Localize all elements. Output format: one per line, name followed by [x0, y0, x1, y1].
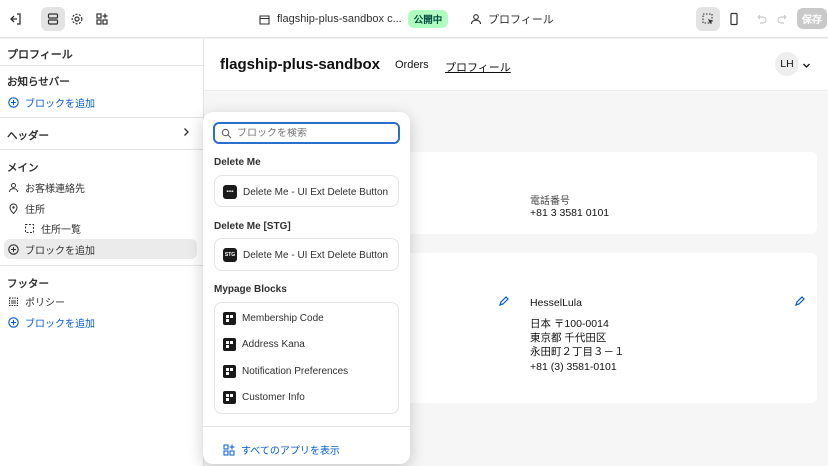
template-name: プロフィール	[488, 14, 554, 26]
exit-icon[interactable]	[4, 7, 28, 31]
group-title: Delete Me [STG]	[214, 221, 291, 232]
avatar[interactable]: LH	[775, 52, 799, 76]
add-block-footer[interactable]: ブロックを追加	[4, 312, 197, 332]
group-title: Mypage Blocks	[214, 284, 287, 295]
group-title: Delete Me	[214, 157, 261, 168]
address-name: HesselLula	[530, 297, 582, 309]
stg-icon: STG	[223, 248, 237, 262]
block-group-list: •••• Delete Me - UI Ext Delete Button	[214, 175, 399, 207]
show-all-apps-link[interactable]: すべてのアプリを表示	[223, 442, 340, 457]
store-icon	[259, 14, 270, 25]
section-announcement-heading: お知らせバー	[7, 76, 70, 88]
mobile-icon[interactable]	[722, 7, 746, 31]
theme-title[interactable]: flagship-plus-sandbox c... 公開中	[258, 10, 449, 28]
location-pin-icon	[9, 203, 18, 214]
block-option[interactable]: Customer Info	[223, 391, 305, 404]
show-all-apps-label: すべてのアプリを表示	[241, 446, 340, 457]
divider	[203, 426, 410, 427]
app-block-icon	[223, 312, 236, 325]
block-group-list: STG Delete Me - UI Ext Delete Button	[214, 238, 399, 271]
person-icon	[470, 14, 482, 25]
plus-circle-icon	[8, 243, 19, 255]
sidebar: プロフィール お知らせバー ブロックを追加 ヘッダー メイン お客様連絡先 住所…	[0, 39, 204, 466]
block-search-input[interactable]	[237, 127, 387, 139]
block-option[interactable]: Address Kana	[223, 338, 305, 351]
block-option[interactable]: Notification Preferences	[223, 365, 348, 378]
app-block-icon	[223, 391, 236, 404]
nav-profile-link[interactable]: プロフィール	[445, 59, 511, 75]
sidebar-item-address[interactable]: 住所	[4, 198, 197, 218]
address-line: 日本 〒100-0014	[530, 318, 609, 330]
section-footer-heading: フッター	[7, 278, 49, 290]
nav-orders-link[interactable]: Orders	[395, 59, 429, 71]
chevron-down-icon[interactable]	[802, 61, 811, 70]
address-line: +81 (3) 3581-0101	[530, 361, 617, 373]
theme-name: flagship-plus-sandbox c...	[277, 13, 402, 25]
redo-icon[interactable]	[771, 7, 795, 31]
app-block-icon	[223, 365, 236, 378]
block-option-label: Delete Me - UI Ext Delete Button	[243, 186, 389, 198]
block-option-label: Address Kana	[242, 339, 305, 350]
apps-icon[interactable]	[90, 7, 114, 31]
block-option[interactable]: STG Delete Me - UI Ext Delete Button	[223, 248, 388, 262]
block-option[interactable]: •••• Delete Me - UI Ext Delete Button	[223, 185, 388, 199]
store-name[interactable]: flagship-plus-sandbox	[220, 56, 380, 73]
phone-value: +81 3 3581 0101	[530, 207, 610, 219]
add-block-label: ブロックを追加	[25, 245, 95, 257]
phone-label: 電話番号	[530, 196, 570, 207]
block-option-label: Membership Code	[242, 313, 324, 324]
add-block-popover: Delete Me •••• Delete Me - UI Ext Delete…	[203, 112, 410, 464]
address-line: 永田町２丁目３－１	[530, 346, 625, 358]
sidebar-item-label: 住所一覧	[41, 224, 81, 236]
block-option-label: Notification Preferences	[242, 366, 349, 377]
add-block-label: ブロックを追加	[25, 98, 95, 110]
gear-icon[interactable]	[65, 7, 89, 31]
divider	[0, 65, 204, 66]
plus-circle-icon	[8, 96, 19, 108]
sidebar-item-label: お客様連絡先	[25, 183, 85, 195]
sidebar-item-policy[interactable]: ポリシー	[4, 291, 197, 311]
policy-icon	[9, 297, 18, 306]
block-option-label: Customer Info	[242, 392, 305, 403]
section-header-heading[interactable]: ヘッダー	[7, 128, 49, 143]
add-block-label: ブロックを追加	[25, 318, 95, 330]
undo-icon[interactable]	[749, 7, 773, 31]
add-block-announcement[interactable]: ブロックを追加	[4, 92, 197, 112]
sections-icon[interactable]	[41, 7, 65, 31]
block-option-label: Delete Me - UI Ext Delete Button	[243, 249, 389, 261]
divider	[0, 149, 204, 150]
block-search-field[interactable]	[213, 122, 400, 144]
person-icon	[9, 182, 18, 192]
store-header: flagship-plus-sandbox Orders プロフィール LH	[204, 39, 828, 91]
template-selector[interactable]: プロフィール	[470, 11, 554, 27]
status-badge: 公開中	[407, 10, 449, 28]
edit-pencil-icon[interactable]	[498, 296, 509, 307]
save-button[interactable]: 保存	[797, 8, 827, 29]
search-icon	[221, 128, 232, 138]
plus-circle-icon	[8, 316, 19, 328]
sidebar-item-label: ポリシー	[25, 297, 65, 309]
block-option[interactable]: Membership Code	[223, 312, 324, 325]
divider	[0, 117, 204, 118]
edit-pencil-icon[interactable]	[794, 296, 805, 307]
address-line: 東京都 千代田区	[530, 332, 607, 344]
inspector-icon[interactable]	[696, 7, 720, 31]
block-group-list: Membership Code Address Kana Notificatio…	[214, 302, 399, 414]
sidebar-title: プロフィール	[7, 49, 73, 61]
sidebar-item-address-list[interactable]: 住所一覧	[20, 218, 197, 238]
sidebar-item-label: 住所	[25, 204, 45, 216]
divider	[0, 265, 204, 266]
add-block-main[interactable]: ブロックを追加	[4, 239, 197, 259]
chevron-right-icon[interactable]	[181, 127, 191, 137]
block-icon	[25, 223, 34, 233]
section-main-heading: メイン	[7, 162, 39, 174]
apps-icon	[223, 444, 235, 455]
sidebar-item-customer-contact[interactable]: お客様連絡先	[4, 177, 197, 197]
dots-icon: ••••	[223, 185, 237, 199]
app-block-icon	[223, 338, 236, 351]
top-bar: flagship-plus-sandbox c... 公開中 プロフィール 保存	[0, 0, 828, 38]
